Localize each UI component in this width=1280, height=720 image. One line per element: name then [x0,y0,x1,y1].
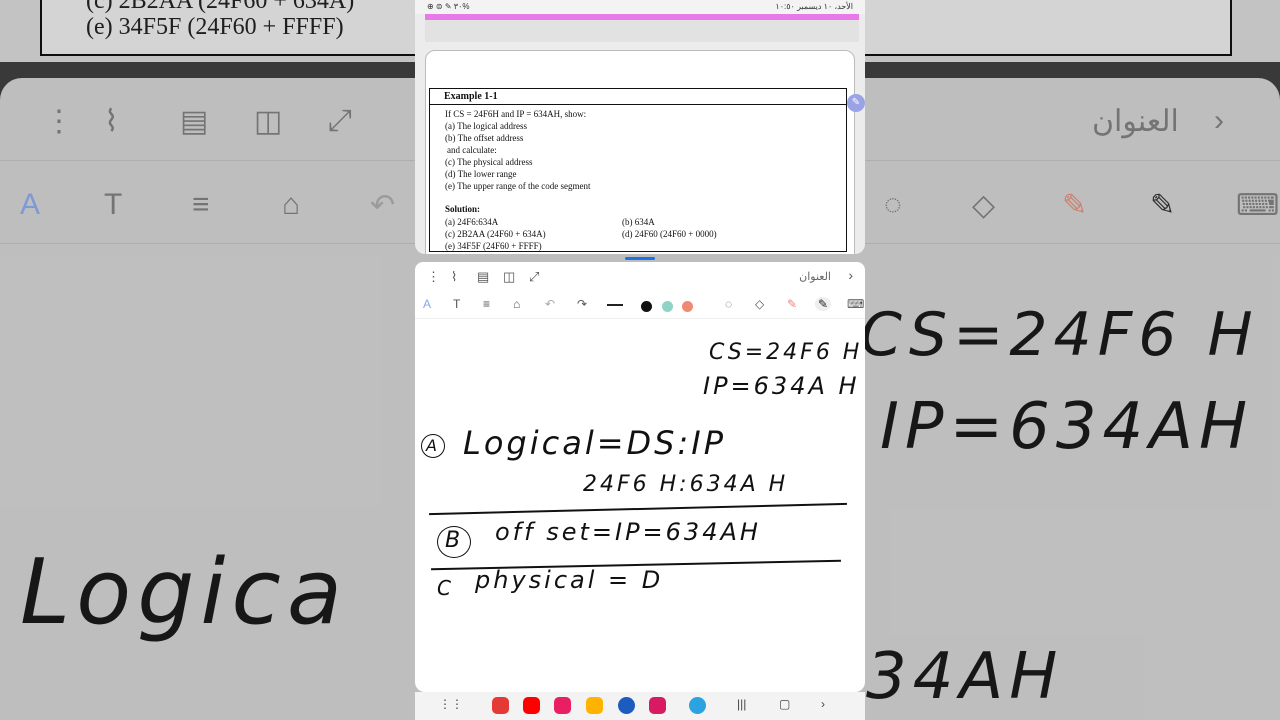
notes-pane: ⋮ ⌇ ▤ ◫ ⤢ العنوان › A T ≡ ⌂ ↶ ↷ ◌ ◇ ✎ ✎ … [415,262,865,692]
example-line: (e) The upper range of the code segment [445,181,591,191]
note-canvas[interactable]: CS=24F6 H IP=634A H A Logical=DS:IP 24F6… [415,320,865,692]
recents-icon[interactable]: ||| [737,697,746,711]
handwriting-physical: physical = D [475,566,664,594]
example-line: and calculate: [447,145,497,155]
settings-app-icon[interactable] [618,697,635,714]
example-line: (c) The physical address [445,157,533,167]
status-left: ⊕ ⊜ ✎ ٣٠% [427,2,470,11]
align-icon[interactable]: ≡ [483,297,490,311]
example-lines: If CS = 24F6H and IP = 634AH, show: (a) … [445,108,591,192]
notes-header: ⋮ ⌇ ▤ ◫ ⤢ العنوان › [415,262,865,292]
paperclip-icon[interactable]: ⌇ [451,269,457,285]
notes-toolbar: A T ≡ ⌂ ↶ ↷ ◌ ◇ ✎ ✎ ⌨ [415,294,865,319]
handwriting-ip: IP=634A H [703,372,860,400]
camera-app-icon[interactable] [554,697,571,714]
status-right: الأحد، ١٠ ديسمبر ١٠:٥٠ [775,2,853,11]
example-line: (d) The lower range [445,169,517,179]
pink-annotation [425,14,859,20]
apps-grid-icon[interactable]: ⋮⋮ [439,697,463,711]
color-black[interactable] [641,301,652,312]
telegram-app-icon[interactable] [689,697,706,714]
text-icon[interactable]: T [453,297,460,311]
solution-item: (b) 634A [622,217,655,227]
more-vert-icon[interactable]: ⋮ [427,269,440,285]
redo-icon[interactable]: ↷ [577,297,587,311]
example-line: (b) The offset address [445,133,524,143]
divider-line-1 [429,502,847,515]
solution-label: Solution: [445,204,481,214]
label-c: C [437,576,451,600]
chevron-right-icon[interactable]: › [848,267,853,283]
eraser-icon[interactable]: ◇ [755,297,764,311]
files-app-icon[interactable] [586,697,603,714]
expand-icon[interactable]: ⤢ [529,269,539,285]
pdf-previous-page [425,14,859,42]
phone-screen: ⊕ ⊜ ✎ ٣٠% الأحد، ١٠ ديسمبر ١٠:٥٠ Example… [415,0,865,720]
color-orange[interactable] [682,301,693,312]
highlighter-icon[interactable]: ✎ [787,297,797,311]
color-teal[interactable] [662,301,673,312]
solution-item: (a) 24F6:634A [445,217,499,227]
pdf-pane[interactable]: Example 1-1 If CS = 24F6H and IP = 634AH… [415,14,865,254]
split-view-handle[interactable] [625,257,655,260]
flipboard-app-icon[interactable] [492,697,509,714]
example-line: (a) The logical address [445,121,528,131]
handwriting-logical-value: 24F6 H:634A H [583,472,789,497]
lasso-icon[interactable]: ◌ [725,297,732,311]
flower-app-icon[interactable] [649,697,666,714]
shape-icon[interactable]: ⌂ [513,297,520,311]
solution-item: (c) 2B2AA (24F60 + 634A) [445,229,546,239]
solution-left: (a) 24F6:634A (c) 2B2AA (24F60 + 634A) (… [445,216,546,252]
status-bar: ⊕ ⊜ ✎ ٣٠% الأحد، ١٠ ديسمبر ١٠:٥٠ [415,0,865,14]
undo-icon[interactable]: ↶ [545,297,555,311]
youtube-app-icon[interactable] [523,697,540,714]
pen-style-icon[interactable]: A [423,297,431,311]
pdf-pen-icon[interactable]: ✎ [847,94,865,112]
solution-item: (d) 24F60 (24F60 + 0000) [622,229,717,239]
note-title[interactable]: العنوان [799,270,831,283]
handwriting-logical: Logical=DS:IP [463,424,726,462]
navigation-bar: ⋮⋮ ||| ▢ › [415,692,865,720]
stroke-width-icon[interactable] [607,304,623,306]
example-line: If CS = 24F6H and IP = 634AH, show: [445,109,587,119]
example-title: Example 1-1 [430,89,846,105]
handwriting-cs: CS=24F6 H [709,340,863,365]
solution-right: (b) 634A (d) 24F60 (24F60 + 0000) [622,216,717,240]
back-icon[interactable]: › [821,697,825,711]
label-b: B [445,528,461,553]
pen-icon[interactable]: ✎ [815,297,831,311]
handwriting-offset: off set=IP=634AH [495,518,761,546]
keyboard-icon[interactable]: ⌨ [847,297,864,311]
book-icon[interactable]: ◫ [503,269,515,285]
solution-item: (e) 34F5F (24F60 + FFFF) [445,241,542,251]
page-icon[interactable]: ▤ [477,269,489,285]
example-box: Example 1-1 If CS = 24F6H and IP = 634AH… [429,88,847,252]
label-a: A [426,436,437,455]
home-icon[interactable]: ▢ [779,697,790,711]
